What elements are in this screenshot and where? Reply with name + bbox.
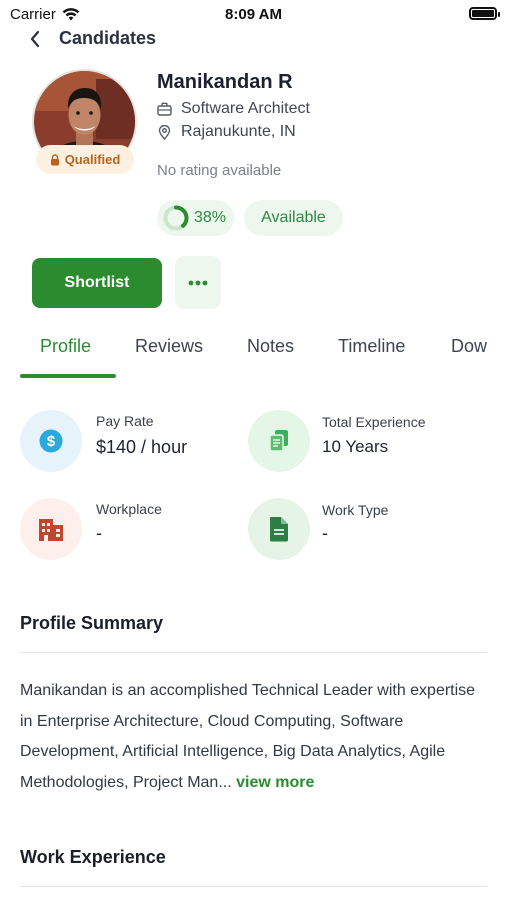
status-bar: Carrier 8:09 AM [0, 0, 507, 28]
briefcase-icon [157, 102, 172, 116]
role-row: Software Architect [157, 100, 310, 118]
experience-value: 10 Years [322, 437, 389, 456]
svg-text:$: $ [47, 433, 56, 450]
tab-notes[interactable]: Notes [247, 336, 294, 357]
availability-label: Available [261, 209, 326, 226]
tab-timeline[interactable]: Timeline [338, 336, 405, 357]
more-options-button[interactable] [175, 256, 221, 309]
qualified-badge-label: Qualified [64, 152, 121, 167]
location-pin-icon [158, 124, 171, 140]
clock: 8:09 AM [225, 6, 282, 23]
experience-label: Total Experience [322, 414, 426, 430]
building-icon [20, 498, 82, 560]
active-tab-indicator [20, 374, 116, 378]
dollar-icon: $ [20, 410, 82, 472]
battery-icon [469, 7, 500, 20]
availability-chip: Available [244, 200, 343, 236]
work-type-label: Work Type [322, 502, 389, 518]
tab-profile[interactable]: Profile [40, 336, 91, 357]
shortlist-button[interactable]: Shortlist [32, 258, 162, 308]
documents-icon [248, 410, 310, 472]
nav-bar: Candidates [0, 26, 507, 52]
progress-ring [163, 205, 189, 231]
match-score-value: 38% [194, 209, 227, 226]
match-score-chip: 38% [157, 200, 234, 236]
divider [20, 886, 487, 887]
tab-reviews[interactable]: Reviews [135, 336, 203, 357]
back-button[interactable] [22, 26, 48, 52]
candidate-name: Manikandan R [157, 71, 293, 93]
workplace-value: - [96, 523, 102, 543]
lock-icon [50, 153, 59, 165]
tab-downloads[interactable]: Dow [451, 336, 487, 357]
nav-title: Candidates [59, 28, 157, 48]
view-more-link[interactable]: view more [236, 774, 314, 791]
profile-summary-text: Manikandan is an accomplished Technical … [20, 676, 490, 798]
file-icon [248, 498, 310, 560]
work-type-value: - [322, 523, 328, 543]
candidate-role: Software Architect [181, 100, 310, 117]
more-horizontal-icon [188, 280, 208, 285]
candidate-location: Rajanukunte, IN [181, 123, 296, 140]
work-experience-title: Work Experience [20, 847, 166, 867]
profile-tabs: Profile Reviews Notes Timeline Dow [0, 326, 507, 378]
shortlist-button-label: Shortlist [64, 274, 130, 291]
pay-rate-label: Pay Rate [96, 413, 154, 429]
pay-rate-value: $140 / hour [96, 437, 188, 457]
chevron-left-icon [30, 30, 40, 48]
workplace-label: Workplace [96, 501, 162, 517]
divider [20, 652, 487, 653]
qualified-badge: Qualified [36, 145, 134, 174]
location-row: Rajanukunte, IN [157, 123, 296, 141]
rating-text: No rating available [157, 162, 282, 179]
profile-summary-title: Profile Summary [20, 613, 164, 633]
